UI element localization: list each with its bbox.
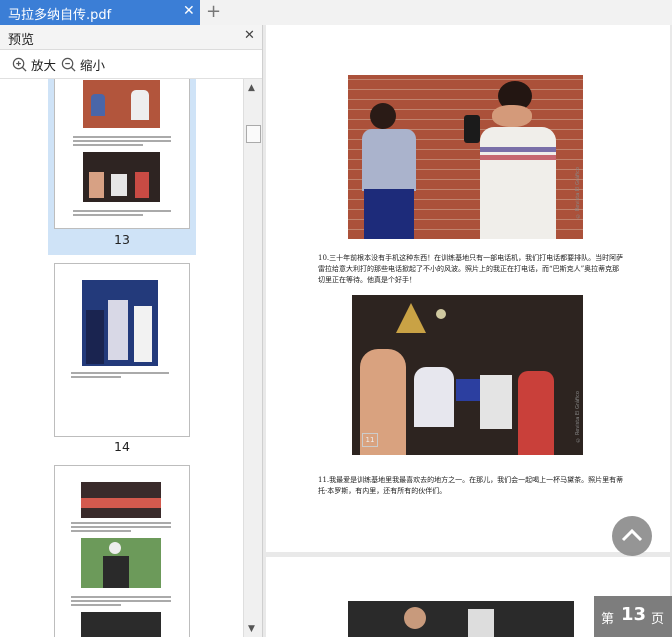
thumbnail-page-number: 14 bbox=[114, 439, 130, 454]
thumbnail-15[interactable] bbox=[48, 457, 196, 637]
thumbnail-13[interactable]: 13 bbox=[48, 79, 196, 255]
thumbnail-page-image bbox=[54, 263, 190, 437]
photo-credit: © Revista El Gráfico bbox=[575, 167, 581, 219]
zoom-in-button[interactable]: 放大 bbox=[12, 55, 56, 74]
photo-telephone: © Revista El Gráfico bbox=[348, 75, 583, 239]
thumb-photo bbox=[81, 482, 161, 518]
preview-header: 预览 ✕ bbox=[0, 25, 262, 50]
chevron-up-icon bbox=[621, 528, 643, 542]
preview-title: 预览 bbox=[8, 33, 35, 48]
zoom-out-label: 缩小 bbox=[80, 58, 106, 73]
thumbnail-page-number: 13 bbox=[114, 232, 130, 247]
preview-panel: 预览 ✕ 放大 缩小 13 14 ▲ ▼ bbox=[0, 25, 263, 637]
zoom-out-button[interactable]: 缩小 bbox=[61, 55, 105, 74]
thumbnail-page-image bbox=[54, 465, 190, 637]
thumbnail-list: 13 14 bbox=[0, 79, 243, 637]
close-panel-icon[interactable]: ✕ bbox=[244, 28, 255, 43]
page-suffix: 页 bbox=[651, 612, 665, 627]
scroll-down-icon[interactable]: ▼ bbox=[248, 624, 255, 634]
page-prefix: 第 bbox=[601, 612, 615, 627]
thumbnail-page-image bbox=[54, 79, 190, 229]
tab-title: 马拉多纳自传.pdf bbox=[8, 8, 112, 23]
thumb-photo bbox=[81, 538, 161, 588]
zoom-in-icon bbox=[12, 57, 27, 72]
thumb-photo bbox=[83, 80, 160, 128]
caption-10: 10.三十年前根本没有手机这种东西！在训练基地只有一部电话机，我们打电话都要排队… bbox=[318, 254, 624, 284]
zoom-toolbar: 放大 缩小 bbox=[0, 50, 262, 79]
close-tab-icon[interactable]: ✕ bbox=[183, 3, 195, 19]
pdf-page-13: © Revista El Gráfico 10.三十年前根本没有手机这种东西！在… bbox=[266, 25, 670, 552]
scroll-up-icon[interactable]: ▲ bbox=[248, 83, 255, 93]
photo-next-page bbox=[348, 601, 574, 637]
thumb-photo bbox=[82, 280, 158, 366]
tab-bar: 马拉多纳自传.pdf ✕ + bbox=[0, 0, 672, 26]
scroll-thumb[interactable] bbox=[246, 125, 261, 143]
page-indicator: 第 13 页 bbox=[594, 596, 672, 637]
new-tab-icon[interactable]: + bbox=[206, 1, 221, 22]
zoom-in-label: 放大 bbox=[31, 58, 57, 73]
zoom-out-icon bbox=[61, 57, 76, 72]
caption-11: 11.我最爱是训练基地里我最喜欢去的地方之一。在那儿，我们会一起喝上一杯马黛茶。… bbox=[318, 476, 624, 495]
page-number: 13 bbox=[621, 604, 647, 625]
photo-training-base: 11 © Revista El Gráfico bbox=[352, 295, 583, 455]
photo-credit: © Revista El Gráfico bbox=[575, 391, 581, 443]
thumb-photo bbox=[83, 152, 160, 202]
thumbnail-scrollbar[interactable]: ▲ ▼ bbox=[243, 79, 262, 637]
thumb-photo bbox=[81, 612, 161, 637]
back-to-top-button[interactable] bbox=[612, 516, 652, 556]
thumbnail-14[interactable]: 14 bbox=[48, 255, 196, 455]
photo-number: 11 bbox=[362, 433, 378, 447]
document-tab[interactable]: 马拉多纳自传.pdf ✕ bbox=[0, 0, 200, 25]
document-view[interactable]: © Revista El Gráfico 10.三十年前根本没有手机这种东西！在… bbox=[263, 25, 672, 637]
